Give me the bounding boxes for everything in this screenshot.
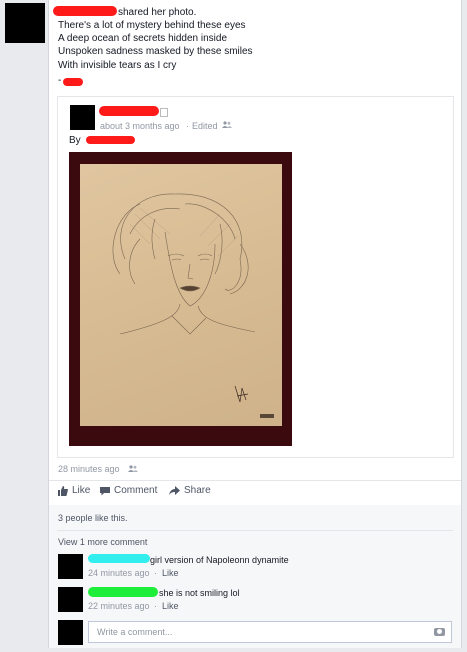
view-more-comments[interactable]: View 1 more comment bbox=[58, 536, 147, 549]
share-button[interactable]: Share bbox=[169, 485, 211, 496]
comment-text: girl version of Napoleonn dynamite bbox=[150, 555, 289, 565]
post-timestamp[interactable]: 28 minutes ago bbox=[58, 463, 120, 476]
share-label: Share bbox=[184, 485, 211, 496]
comment-like-link[interactable]: Like bbox=[162, 567, 179, 580]
shared-timestamp[interactable]: about 3 months ago bbox=[100, 120, 180, 133]
audience-friends-icon[interactable] bbox=[128, 465, 138, 476]
like-label: Like bbox=[72, 485, 91, 496]
artist-name-redacted[interactable] bbox=[86, 136, 135, 144]
comment-like-link[interactable]: Like bbox=[162, 600, 179, 613]
divider bbox=[49, 480, 461, 481]
commenter-avatar[interactable] bbox=[58, 587, 83, 612]
caption-line: There's a lot of mystery behind these ey… bbox=[58, 20, 246, 31]
thumbs-up-icon bbox=[58, 485, 68, 496]
comment-text: she is not smiling lol bbox=[159, 588, 240, 598]
commenter-avatar[interactable] bbox=[58, 554, 83, 579]
caption-line: With invisible tears as I cry bbox=[58, 59, 177, 71]
verified-box-icon bbox=[160, 108, 168, 117]
edited-label[interactable]: Edited bbox=[192, 120, 218, 133]
by-label: By bbox=[69, 135, 81, 146]
author-name-redacted[interactable] bbox=[53, 6, 117, 16]
comment-input-placeholder: Write a comment... bbox=[97, 627, 173, 637]
share-action-text: shared her photo. bbox=[118, 7, 197, 18]
caption-line: Unspoken sadness masked by these smiles bbox=[58, 46, 253, 58]
caption-line: A deep ocean of secrets hidden inside bbox=[58, 33, 228, 45]
comment-input[interactable]: Write a comment... bbox=[88, 621, 452, 643]
page-avatar[interactable] bbox=[5, 3, 45, 43]
like-button[interactable]: Like bbox=[58, 485, 90, 496]
portrait-sketch-image bbox=[112, 193, 274, 418]
share-arrow-icon bbox=[169, 485, 180, 495]
divider bbox=[57, 530, 453, 531]
post-caption: There's a lot of mystery behind these ey… bbox=[58, 19, 253, 72]
comment-time[interactable]: 24 minutes ago bbox=[88, 567, 150, 580]
comment-label: Comment bbox=[114, 485, 158, 496]
meta-separator: · bbox=[186, 121, 189, 131]
shared-author-redacted[interactable] bbox=[99, 106, 159, 116]
viewer-avatar bbox=[58, 620, 83, 645]
sketch-paper bbox=[80, 164, 282, 426]
comment-button[interactable]: Comment bbox=[100, 485, 157, 496]
commenter-name-redacted[interactable] bbox=[88, 587, 158, 597]
audience-friends-icon[interactable] bbox=[222, 121, 232, 132]
camera-icon[interactable] bbox=[434, 628, 445, 636]
comment-time[interactable]: 22 minutes ago bbox=[88, 600, 150, 613]
shared-author-avatar[interactable] bbox=[70, 105, 95, 130]
signature-redacted bbox=[63, 78, 83, 86]
likes-summary[interactable]: 3 people like this. bbox=[58, 512, 128, 525]
comment-bubble-icon bbox=[100, 486, 110, 495]
meta-separator: · bbox=[154, 568, 157, 578]
signature-dash: - bbox=[58, 75, 62, 86]
commenter-name-redacted[interactable] bbox=[88, 554, 150, 563]
meta-separator: · bbox=[154, 601, 157, 611]
